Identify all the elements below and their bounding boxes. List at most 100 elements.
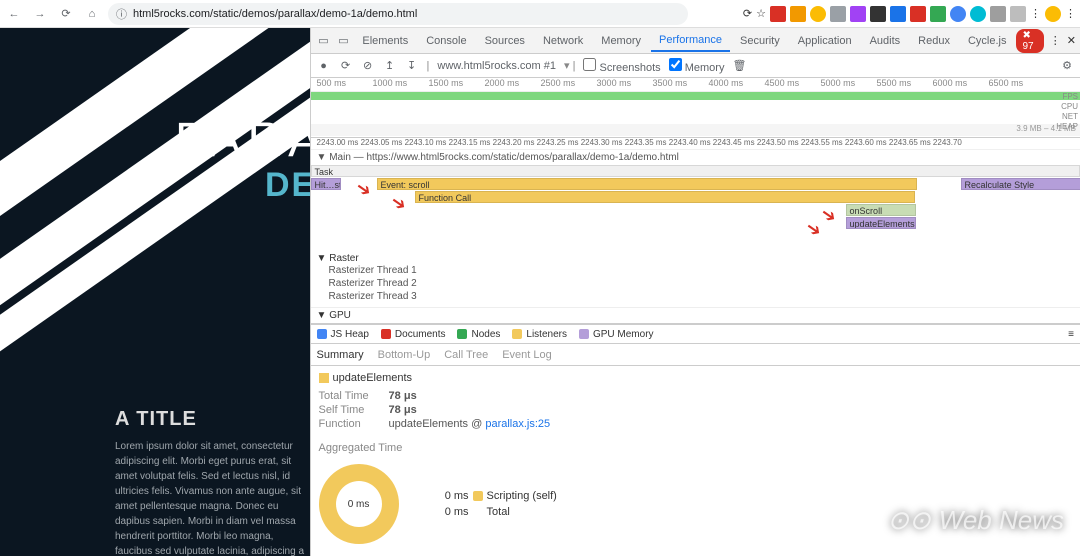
- recalc-style-bar[interactable]: Recalculate Style: [961, 178, 1080, 190]
- menu-icon[interactable]: ⋮: [1030, 7, 1041, 20]
- raster-thread: Rasterizer Thread 1: [317, 264, 1074, 277]
- translate-icon[interactable]: ⟳: [743, 7, 752, 20]
- overview[interactable]: 500 ms1000 ms1500 ms2000 ms2500 ms3000 m…: [311, 78, 1080, 138]
- gpu-section[interactable]: ▼ GPU: [311, 307, 1080, 323]
- gc-button[interactable]: 🗑: [732, 59, 746, 73]
- function-call-bar[interactable]: Function Call: [415, 191, 915, 203]
- tab-memory[interactable]: Memory: [593, 31, 649, 51]
- ext-icon[interactable]: [890, 6, 906, 22]
- settings-button[interactable]: ⚙: [1060, 59, 1074, 73]
- clear-button[interactable]: ⊘: [361, 59, 375, 73]
- overview-labels: FPSCPUNETHEAP: [1056, 92, 1078, 132]
- tab-performance[interactable]: Performance: [651, 30, 730, 52]
- expand-icon[interactable]: ≡: [1068, 329, 1074, 340]
- page-preview: PARAL DEM A TITLE Lorem ipsum dolor sit …: [0, 28, 310, 556]
- info-icon: ⓘ: [116, 6, 127, 22]
- reload-button[interactable]: ⟳: [56, 4, 76, 24]
- details-tabs: Summary Bottom-Up Call Tree Event Log: [311, 344, 1080, 366]
- reload-record-button[interactable]: ⟳: [339, 59, 353, 73]
- aggregate-rows: 0 msScripting (self) 0 msTotal: [429, 486, 557, 522]
- error-badge[interactable]: ✖ 97: [1016, 29, 1043, 53]
- overview-ruler: 500 ms1000 ms1500 ms2000 ms2500 ms3000 m…: [311, 78, 1080, 92]
- ext-icon[interactable]: [910, 6, 926, 22]
- tab-cyclejs[interactable]: Cycle.js: [960, 31, 1015, 51]
- article-title: A TITLE: [115, 408, 310, 431]
- tab-event-log[interactable]: Event Log: [502, 349, 552, 361]
- legend-nodes[interactable]: Nodes: [457, 329, 500, 340]
- ext-icon[interactable]: [1010, 6, 1026, 22]
- watermark: ⊙⊙ Web News: [887, 505, 1064, 536]
- screenshots-toggle[interactable]: Screenshots: [583, 58, 660, 74]
- ext-icon[interactable]: [790, 6, 806, 22]
- perf-toolbar: ● ⟳ ⊘ ↥ ↧ | www.html5rocks.com #1 ▾ | Sc…: [311, 54, 1080, 78]
- ext-icon[interactable]: [850, 6, 866, 22]
- hero-subtext: DEM: [265, 166, 310, 205]
- source-link[interactable]: parallax.js:25: [485, 418, 550, 430]
- hit-test-bar[interactable]: Hit…st: [311, 178, 341, 190]
- main-thread-label[interactable]: ▼ Main — https://www.html5rocks.com/stat…: [311, 150, 1080, 165]
- inspect-icon[interactable]: ▭: [315, 31, 333, 51]
- legend-jsheap[interactable]: JS Heap: [317, 329, 369, 340]
- ext-icon[interactable]: [970, 6, 986, 22]
- forward-button[interactable]: →: [30, 4, 50, 24]
- more-icon[interactable]: ⋮: [1065, 7, 1076, 20]
- more-icon[interactable]: ⋮: [1050, 34, 1061, 47]
- context-select[interactable]: www.html5rocks.com #1: [437, 60, 556, 72]
- url-text: html5rocks.com/static/demos/parallax/dem…: [133, 8, 417, 20]
- hero-text: PARAL: [175, 113, 310, 168]
- devtools-tabs: ▭ ▭ Elements Console Sources Network Mem…: [311, 28, 1080, 54]
- legend-listeners[interactable]: Listeners: [512, 329, 567, 340]
- annotation-arrow-icon: ➔: [351, 177, 375, 203]
- legend-documents[interactable]: Documents: [381, 329, 446, 340]
- ext-icon[interactable]: [990, 6, 1006, 22]
- onscroll-bar[interactable]: onScroll: [846, 204, 916, 216]
- memory-toggle[interactable]: Memory: [669, 58, 725, 74]
- wechat-icon: ⊙⊙: [887, 505, 931, 536]
- ext-icon[interactable]: [770, 6, 786, 22]
- raster-section[interactable]: ▼ Raster Rasterizer Thread 1 Rasterizer …: [311, 249, 1080, 307]
- back-button[interactable]: ←: [4, 4, 24, 24]
- donut-chart: 0 ms: [319, 464, 399, 544]
- event-scroll-bar[interactable]: Event: scroll: [377, 178, 917, 190]
- flame-ruler: 2243.00 ms 2243.05 ms 2243.10 ms 2243.15…: [311, 138, 1080, 150]
- ext-icon[interactable]: [950, 6, 966, 22]
- tab-application[interactable]: Application: [790, 31, 860, 51]
- star-icon[interactable]: ☆: [756, 7, 766, 20]
- tab-summary[interactable]: Summary: [317, 349, 364, 361]
- task-bar[interactable]: Task: [311, 165, 1080, 177]
- raster-thread: Rasterizer Thread 3: [317, 290, 1074, 303]
- aggregated-heading: Aggregated Time: [319, 442, 1072, 454]
- ext-icon[interactable]: [930, 6, 946, 22]
- tab-bottom-up[interactable]: Bottom-Up: [378, 349, 431, 361]
- home-button[interactable]: ⌂: [82, 4, 102, 24]
- raster-thread: Rasterizer Thread 2: [317, 277, 1074, 290]
- cpu-lane: [311, 92, 1080, 124]
- record-button[interactable]: ●: [317, 59, 331, 73]
- ext-icon[interactable]: [870, 6, 886, 22]
- tab-redux[interactable]: Redux: [910, 31, 958, 51]
- url-bar[interactable]: ⓘ html5rocks.com/static/demos/parallax/d…: [108, 3, 688, 25]
- load-button[interactable]: ↥: [383, 59, 397, 73]
- device-icon[interactable]: ▭: [334, 31, 352, 51]
- tab-security[interactable]: Security: [732, 31, 788, 51]
- tab-call-tree[interactable]: Call Tree: [444, 349, 488, 361]
- tab-audits[interactable]: Audits: [862, 31, 909, 51]
- function-label: updateElements: [319, 372, 1072, 384]
- avatar-icon[interactable]: [1045, 6, 1061, 22]
- devtools: ▭ ▭ Elements Console Sources Network Mem…: [310, 28, 1080, 556]
- legend-gpu[interactable]: GPU Memory: [579, 329, 654, 340]
- tab-elements[interactable]: Elements: [354, 31, 416, 51]
- annotation-arrow-icon: ➔: [386, 191, 410, 217]
- tab-console[interactable]: Console: [418, 31, 474, 51]
- save-button[interactable]: ↧: [405, 59, 419, 73]
- tab-network[interactable]: Network: [535, 31, 591, 51]
- ext-icon[interactable]: [810, 6, 826, 22]
- heap-lane: 3.9 MB – 4.1 MB: [311, 124, 1080, 136]
- tab-sources[interactable]: Sources: [477, 31, 533, 51]
- close-icon[interactable]: ✕: [1067, 34, 1076, 47]
- flame-rows: Task Hit…st Event: scroll Recalculate St…: [311, 165, 1080, 249]
- flame-chart[interactable]: 2243.00 ms 2243.05 ms 2243.10 ms 2243.15…: [311, 138, 1080, 324]
- content-area: PARAL DEM A TITLE Lorem ipsum dolor sit …: [0, 28, 1080, 556]
- ext-icon[interactable]: [830, 6, 846, 22]
- update-elements-bar[interactable]: updateElements: [846, 217, 916, 229]
